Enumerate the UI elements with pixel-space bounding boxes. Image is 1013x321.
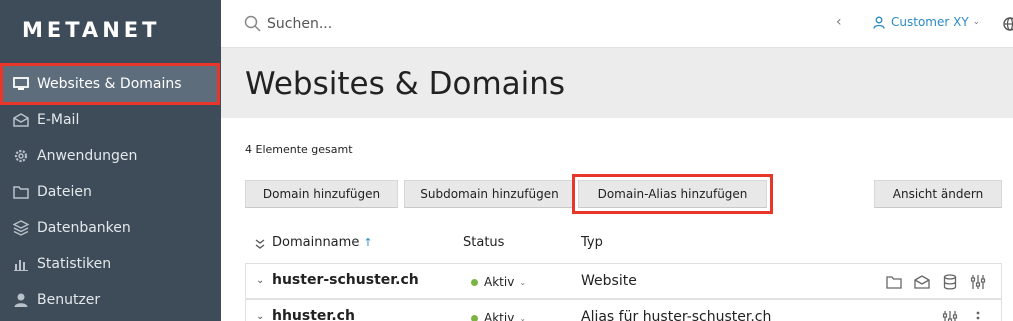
search-icon bbox=[244, 15, 261, 36]
user-icon bbox=[12, 291, 30, 309]
chevron-down-icon[interactable]: ⌄ bbox=[256, 311, 264, 321]
column-header-type[interactable]: Typ bbox=[581, 235, 603, 250]
sidebar: METANET Websites & Domains E-Mail Anwend… bbox=[0, 0, 221, 321]
sidebar-item-label: Statistiken bbox=[37, 256, 112, 272]
sidebar-item-statistiken[interactable]: Statistiken bbox=[0, 247, 221, 281]
sliders-icon[interactable] bbox=[969, 273, 987, 291]
sidebar-item-email[interactable]: E-Mail bbox=[0, 103, 221, 137]
sidebar-item-benutzer[interactable]: Benutzer bbox=[0, 283, 221, 317]
sidebar-item-datenbanken[interactable]: Datenbanken bbox=[0, 211, 221, 245]
customer-name: Customer XY bbox=[891, 15, 969, 29]
title-band: Websites & Domains bbox=[221, 48, 1013, 118]
item-count: 4 Elemente gesamt bbox=[245, 143, 353, 156]
type-label: Alias für huster-schuster.ch bbox=[581, 309, 772, 321]
status-label: Aktiv bbox=[484, 275, 515, 289]
add-domain-alias-button[interactable]: Domain-Alias hinzufügen bbox=[572, 174, 773, 214]
status-dot bbox=[471, 314, 478, 321]
column-header-domain[interactable]: Domainname ↑ bbox=[272, 235, 373, 250]
globe-icon[interactable] bbox=[1002, 16, 1013, 36]
domain-name[interactable]: hhuster.ch bbox=[272, 308, 355, 321]
row-actions bbox=[885, 273, 987, 291]
status-dot bbox=[471, 278, 478, 286]
monitor-icon bbox=[12, 75, 30, 93]
type-label: Website bbox=[581, 273, 637, 289]
row-actions bbox=[941, 309, 987, 321]
gear-icon bbox=[12, 147, 30, 165]
search-input[interactable] bbox=[267, 12, 667, 36]
sliders-icon[interactable] bbox=[941, 309, 959, 321]
domain-name[interactable]: huster-schuster.ch bbox=[272, 272, 419, 288]
change-view-button[interactable]: Ansicht ändern bbox=[874, 180, 1002, 208]
sidebar-item-label: Datenbanken bbox=[37, 220, 131, 236]
logo: METANET bbox=[22, 18, 161, 42]
status-badge[interactable]: Aktiv ⌄ bbox=[471, 275, 526, 289]
sidebar-item-label: Benutzer bbox=[37, 292, 101, 308]
sidebar-item-websites-domains[interactable]: Websites & Domains bbox=[0, 63, 220, 105]
column-header-status[interactable]: Status bbox=[463, 235, 504, 250]
sidebar-item-label: Dateien bbox=[37, 184, 92, 200]
customer-menu[interactable]: Customer XY ⌄ bbox=[873, 15, 980, 29]
sort-arrow-icon: ↑ bbox=[363, 236, 373, 249]
chevron-down-icon: ⌄ bbox=[972, 17, 981, 27]
column-header-label: Domainname bbox=[272, 235, 360, 250]
table-row[interactable]: ⌄ huster-schuster.ch Aktiv ⌄ Website bbox=[245, 263, 1002, 299]
database-icon[interactable] bbox=[941, 273, 959, 291]
chevron-down-icon[interactable]: ⌄ bbox=[256, 275, 264, 286]
table-row[interactable]: ⌄ hhuster.ch Aktiv ⌄ Alias für huster-sc… bbox=[245, 299, 1002, 321]
folder-icon bbox=[12, 183, 30, 201]
envelope-icon bbox=[12, 111, 30, 129]
chevron-down-icon: ⌄ bbox=[519, 313, 527, 321]
bar-chart-icon bbox=[12, 255, 30, 273]
status-badge[interactable]: Aktiv ⌄ bbox=[471, 311, 526, 321]
sidebar-item-label: E-Mail bbox=[37, 112, 80, 128]
add-subdomain-button[interactable]: Subdomain hinzufügen bbox=[404, 180, 575, 208]
add-domain-button[interactable]: Domain hinzufügen bbox=[245, 180, 398, 208]
envelope-icon[interactable] bbox=[913, 273, 931, 291]
status-label: Aktiv bbox=[484, 311, 515, 321]
more-vertical-icon[interactable] bbox=[969, 309, 987, 321]
chevron-down-icon: ⌄ bbox=[519, 277, 527, 287]
chevron-left-icon[interactable]: ‹ bbox=[836, 14, 842, 30]
user-icon bbox=[873, 16, 885, 29]
sidebar-item-label: Websites & Domains bbox=[37, 76, 182, 92]
sidebar-item-anwendungen[interactable]: Anwendungen bbox=[0, 139, 221, 173]
sidebar-item-dateien[interactable]: Dateien bbox=[0, 175, 221, 209]
sidebar-item-label: Anwendungen bbox=[37, 148, 138, 164]
folder-icon[interactable] bbox=[885, 273, 903, 291]
top-header: ‹ Customer XY ⌄ bbox=[221, 0, 1013, 48]
expand-all-icon[interactable] bbox=[255, 235, 265, 254]
database-icon bbox=[12, 219, 30, 237]
page-title: Websites & Domains bbox=[245, 66, 566, 102]
